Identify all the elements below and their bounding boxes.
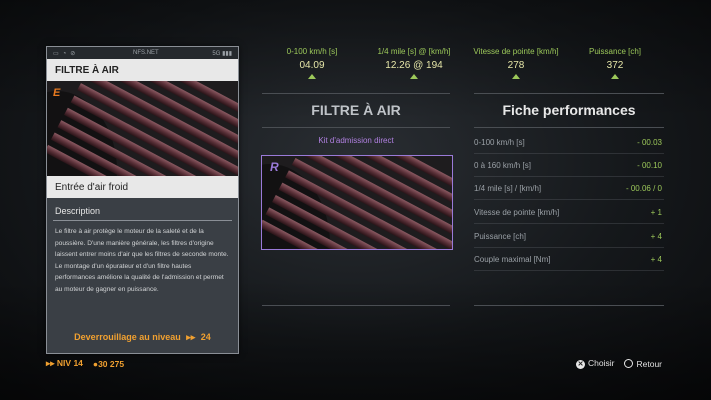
increase-arrow-icon (611, 74, 619, 79)
player-level: ▸▸ NIV 14 (46, 358, 83, 368)
stat-value: 278 (507, 60, 525, 71)
divider (474, 93, 664, 94)
perf-label: 0 à 160 km/h [s] (474, 160, 531, 170)
part-category-title: FILTRE À AIR (311, 102, 401, 118)
stat-label: 1/4 mile [s] @ [km/h] (377, 47, 451, 56)
phone-signal: 5G ▮▮▮ (212, 50, 232, 57)
stat-power: Puissance [ch] 372 (566, 47, 664, 79)
increase-arrow-icon (410, 74, 418, 79)
perf-delta: - 00.03 (637, 137, 662, 147)
air-filter-image: E (47, 81, 238, 176)
part-option-tile[interactable]: R (261, 155, 453, 250)
stat-label: Vitesse de pointe [km/h] (473, 47, 559, 56)
rarity-badge: R (270, 160, 279, 174)
circle-button-icon (624, 358, 634, 368)
stat-quarter-mile: 1/4 mile [s] @ [km/h] 12.26 @ 194 (362, 47, 466, 79)
increase-arrow-icon (512, 74, 520, 79)
part-info-card: ▭ ◔ ⊘ NFS.NET 5G ▮▮▮ FILTRE À AIR E Entr… (46, 46, 239, 354)
perf-row: 0-100 km/h [s] - 00.03 (474, 131, 664, 154)
perf-row: Couple maximal [Nm] + 4 (474, 248, 664, 271)
stat-value: 12.26 @ 194 (385, 60, 443, 71)
level-icon: ▸▸ (186, 332, 196, 342)
button-prompts: ✕ Choisir Retour (576, 358, 662, 369)
divider (474, 127, 664, 128)
stat-value: 372 (606, 60, 624, 71)
status-icons: ▭ ◔ ⊘ (53, 50, 76, 57)
description-heading: Description (53, 198, 232, 221)
choose-button[interactable]: ✕ Choisir (576, 358, 614, 369)
perf-row: Vitesse de pointe [km/h] + 1 (474, 201, 664, 224)
perf-row: Puissance [ch] + 4 (474, 225, 664, 248)
unlock-level: 24 (200, 332, 211, 342)
air-filter-pleats-graphic (47, 81, 238, 176)
cross-button-icon: ✕ (576, 360, 586, 369)
level-icon: ▸▸ (46, 358, 55, 368)
perf-row: 1/4 mile [s] / [km/h] - 00.06 / 0 (474, 177, 664, 200)
performance-title: Fiche performances (502, 102, 636, 118)
divider (262, 93, 450, 94)
back-button[interactable]: Retour (624, 358, 662, 369)
player-currency: ●30 275 (92, 358, 125, 369)
phone-status-text: NFS.NET (133, 50, 159, 56)
player-status: ▸▸ NIV 14 ●30 275 (46, 358, 124, 369)
perf-label: Couple maximal [Nm] (474, 254, 551, 264)
divider (262, 305, 450, 306)
perf-label: 1/4 mile [s] / [km/h] (474, 183, 542, 193)
perf-delta: + 4 (650, 254, 662, 264)
car-stats-bar: 0-100 km/h [s] 04.09 1/4 mile [s] @ [km/… (262, 47, 664, 79)
increase-arrow-icon (308, 74, 316, 79)
stat-label: Puissance [ch] (588, 47, 642, 56)
unlock-requirement: Deverrouillage au niveau ▸▸ 24 (47, 332, 238, 343)
divider (262, 127, 450, 128)
perf-delta: + 1 (650, 207, 662, 217)
unlock-label: Deverrouillage au niveau (74, 332, 181, 342)
stat-label: 0-100 km/h [s] (286, 47, 338, 56)
air-filter-pleats-graphic (262, 156, 452, 249)
perf-delta: - 00.10 (637, 160, 662, 170)
selected-part-name: Kit d'admission direct (318, 136, 394, 145)
rarity-badge: E (53, 87, 61, 99)
stat-value: 04.09 (299, 60, 325, 71)
perf-delta: - 00.06 / 0 (625, 183, 662, 193)
perf-label: Vitesse de pointe [km/h] (474, 207, 560, 217)
card-title: FILTRE À AIR (47, 59, 238, 81)
stat-top-speed: Vitesse de pointe [km/h] 278 (466, 47, 566, 79)
perf-label: 0-100 km/h [s] (474, 137, 525, 147)
perf-delta: + 4 (650, 231, 662, 241)
card-subtitle: Entrée d'air froid (47, 176, 238, 198)
description-text: Le filtre à air protège le moteur de la … (55, 228, 229, 293)
phone-status-bar: ▭ ◔ ⊘ NFS.NET 5G ▮▮▮ (47, 47, 238, 59)
perf-label: Puissance [ch] (474, 231, 527, 241)
stat-0-100: 0-100 km/h [s] 04.09 (262, 47, 362, 79)
divider (474, 305, 664, 306)
perf-row: 0 à 160 km/h [s] - 00.10 (474, 154, 664, 177)
